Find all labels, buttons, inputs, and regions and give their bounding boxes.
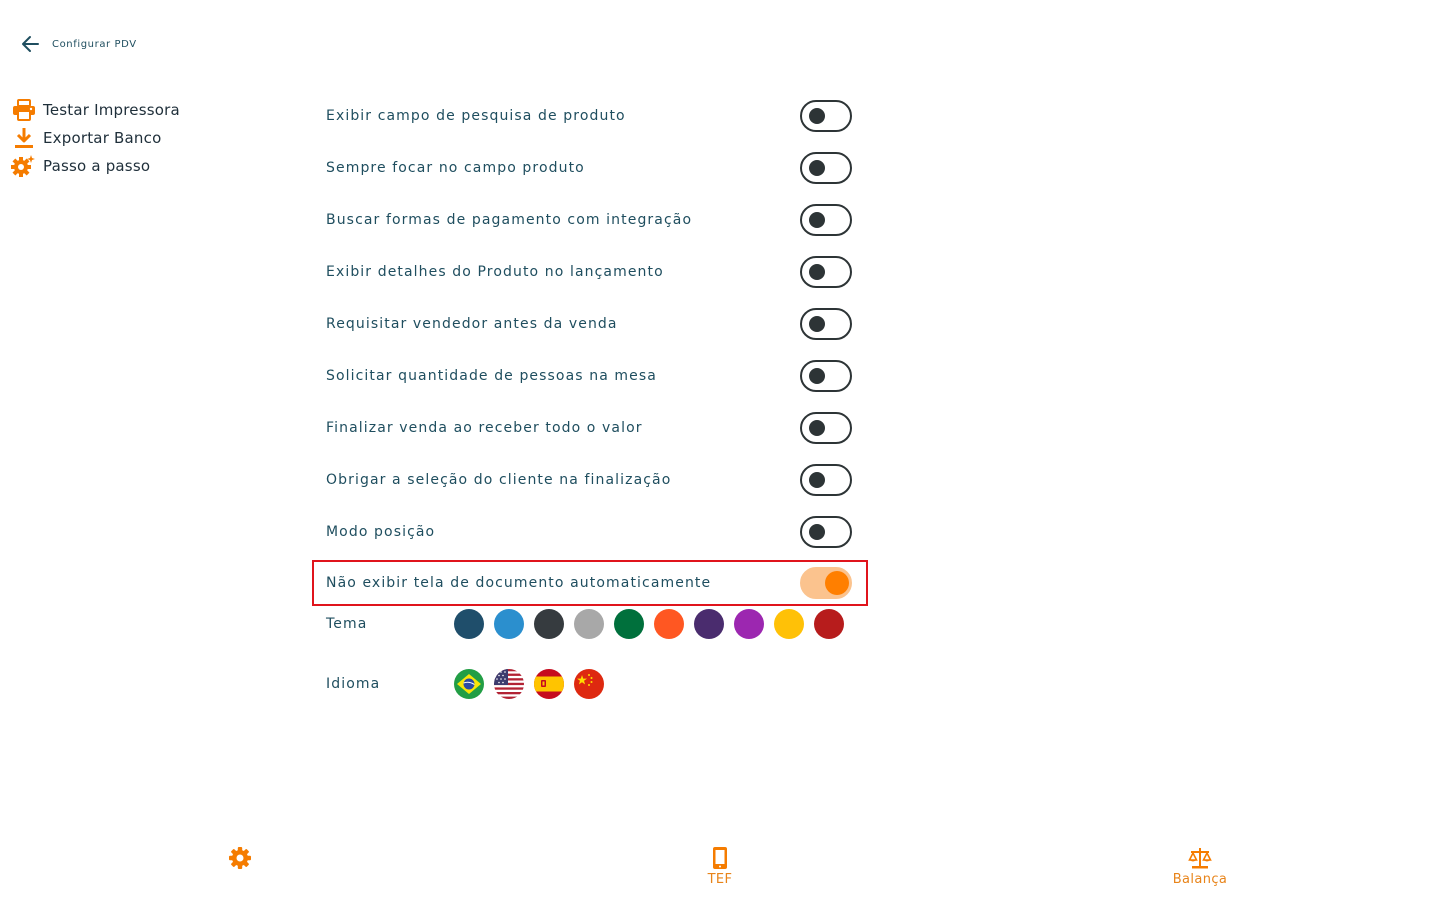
setting-row-position-mode: Modo posição (312, 506, 868, 558)
position-mode-toggle[interactable] (800, 516, 852, 548)
toggle-knob (809, 263, 825, 280)
header: Configurar PDV (20, 34, 137, 54)
gear-icon (229, 847, 251, 869)
setting-row-finish-sale: Finalizar venda ao receber todo o valor (312, 402, 868, 454)
setting-row-product-search: Exibir campo de pesquisa de produto (312, 90, 868, 142)
china-flag-icon[interactable] (574, 669, 604, 699)
nav-tef[interactable]: TEF (706, 846, 734, 887)
theme-swatch-9[interactable] (774, 609, 804, 639)
nav-scale[interactable]: Balança (1169, 846, 1231, 887)
setting-row-require-client: Obrigar a seleção do cliente na finaliza… (312, 454, 868, 506)
nav-label: TEF (707, 872, 733, 887)
setting-row-require-seller: Requisitar vendedor antes da venda (312, 298, 868, 350)
product-search-toggle[interactable] (800, 100, 852, 132)
setting-label: Exibir detalhes do Produto no lançamento (326, 264, 664, 280)
language-row: Idioma (312, 669, 604, 699)
side-item-label: Passo a passo (43, 157, 151, 175)
theme-swatch-8[interactable] (734, 609, 764, 639)
setting-label: Solicitar quantidade de pessoas na mesa (326, 368, 657, 384)
setting-label: Buscar formas de pagamento com integraçã… (326, 212, 693, 228)
nav-label: Balança (1172, 872, 1228, 887)
hide-document-toggle[interactable] (800, 567, 852, 599)
setting-label: Obrigar a seleção do cliente na finaliza… (326, 472, 672, 488)
setting-row-focus-product: Sempre focar no campo produto (312, 142, 868, 194)
toggle-knob (825, 570, 849, 595)
setting-label: Exibir campo de pesquisa de produto (326, 108, 626, 124)
arrow-left-icon (22, 36, 39, 52)
language-label: Idioma (326, 676, 381, 692)
setting-label: Modo posição (326, 524, 436, 540)
test-printer-button[interactable]: Testar Impressora (11, 96, 180, 124)
setting-row-payment-integration: Buscar formas de pagamento com integraçã… (312, 194, 868, 246)
download-icon (11, 126, 36, 151)
export-database-button[interactable]: Exportar Banco (11, 124, 180, 152)
toggle-knob (809, 419, 825, 436)
spain-flag-icon[interactable] (534, 669, 564, 699)
require-seller-toggle[interactable] (800, 308, 852, 340)
mobile-icon (713, 847, 727, 869)
nav-settings[interactable] (228, 846, 252, 872)
setting-row-hide-document: Não exibir tela de documento automaticam… (312, 560, 868, 606)
setting-row-people-count: Solicitar quantidade de pessoas na mesa (312, 350, 868, 402)
theme-swatch-3[interactable] (534, 609, 564, 639)
bottom-nav: TEF Balança (0, 840, 1439, 899)
theme-swatch-10[interactable] (814, 609, 844, 639)
side-item-label: Exportar Banco (43, 129, 162, 147)
setting-label: Sempre focar no campo produto (326, 160, 585, 176)
side-menu: Testar Impressora Exportar Banco Passo a… (11, 96, 180, 180)
toggle-knob (809, 471, 825, 488)
toggle-knob (809, 211, 825, 228)
page-title: Configurar PDV (52, 38, 137, 50)
theme-label: Tema (326, 616, 368, 632)
theme-swatch-5[interactable] (614, 609, 644, 639)
theme-swatch-7[interactable] (694, 609, 724, 639)
theme-swatch-2[interactable] (494, 609, 524, 639)
settings-list: Exibir campo de pesquisa de produto Semp… (312, 90, 868, 610)
setting-label: Finalizar venda ao receber todo o valor (326, 420, 643, 436)
usa-flag-icon[interactable] (494, 669, 524, 699)
back-button[interactable] (20, 34, 40, 54)
theme-row: Tema (312, 609, 844, 639)
toggle-knob (809, 523, 825, 540)
language-flags (454, 669, 604, 699)
toggle-knob (809, 315, 825, 332)
brazil-flag-icon[interactable] (454, 669, 484, 699)
gear-sparkle-icon (11, 154, 36, 179)
scale-icon (1188, 848, 1212, 869)
theme-swatch-1[interactable] (454, 609, 484, 639)
printer-icon (11, 98, 36, 123)
setting-label: Não exibir tela de documento automaticam… (326, 575, 712, 591)
finish-sale-toggle[interactable] (800, 412, 852, 444)
toggle-knob (809, 107, 825, 124)
toggle-knob (809, 367, 825, 384)
payment-integration-toggle[interactable] (800, 204, 852, 236)
people-count-toggle[interactable] (800, 360, 852, 392)
focus-product-toggle[interactable] (800, 152, 852, 184)
side-item-label: Testar Impressora (43, 101, 180, 119)
toggle-knob (809, 159, 825, 176)
theme-swatches (454, 609, 844, 639)
setting-row-product-details: Exibir detalhes do Produto no lançamento (312, 246, 868, 298)
step-by-step-button[interactable]: Passo a passo (11, 152, 180, 180)
product-details-toggle[interactable] (800, 256, 852, 288)
theme-swatch-6[interactable] (654, 609, 684, 639)
theme-swatch-4[interactable] (574, 609, 604, 639)
setting-label: Requisitar vendedor antes da venda (326, 316, 618, 332)
require-client-toggle[interactable] (800, 464, 852, 496)
